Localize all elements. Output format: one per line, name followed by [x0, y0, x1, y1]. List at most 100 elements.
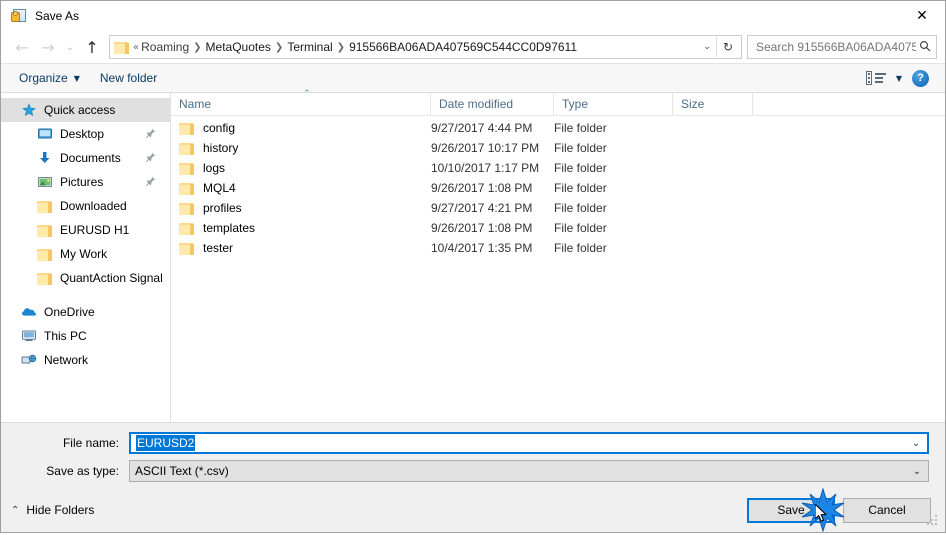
sidebar-item-desktop[interactable]: Desktop — [1, 122, 170, 146]
file-date-cell: 10/4/2017 1:35 PM — [431, 241, 533, 255]
file-name-value[interactable]: EURUSD2 — [136, 435, 905, 451]
sidebar-item-downloaded[interactable]: Downloaded — [1, 194, 170, 218]
breadcrumb-separator: ❯ — [193, 41, 202, 53]
file-name: profiles — [203, 201, 242, 215]
table-row[interactable]: MQL4 9/26/2017 1:08 PM File folder — [171, 178, 945, 198]
pin-icon — [145, 176, 156, 187]
file-date-cell: 9/26/2017 1:08 PM — [431, 221, 533, 235]
chevron-down-icon[interactable]: ⌄ — [698, 42, 716, 52]
folder-icon — [179, 182, 195, 195]
file-name-cell: config — [171, 121, 431, 135]
new-folder-button[interactable]: New folder — [92, 68, 165, 88]
breadcrumb: « Roaming ❯ MetaQuotes ❯ Terminal ❯ 9155… — [132, 39, 698, 55]
file-name-row: File name: EURUSD2 ⌄ — [17, 432, 929, 454]
search-input[interactable] — [754, 39, 918, 55]
file-name: templates — [203, 221, 256, 235]
file-name-cell: profiles — [171, 201, 431, 215]
organize-label: Organize — [19, 71, 68, 85]
save-button[interactable]: Save — [747, 497, 835, 523]
file-name-cell: history — [171, 141, 431, 155]
chevron-up-icon: ⌃ — [11, 504, 20, 516]
sidebar-item-label: Network — [44, 353, 89, 367]
column-header-type[interactable]: Type — [554, 93, 673, 115]
network-icon — [21, 352, 37, 368]
onedrive-icon — [21, 304, 37, 320]
table-row[interactable]: history 9/26/2017 10:17 PM File folder — [171, 138, 945, 158]
search-box[interactable] — [747, 35, 937, 59]
file-type-cell: File folder — [554, 201, 607, 215]
help-icon[interactable]: ? — [912, 69, 929, 87]
column-header-label: Name — [179, 97, 212, 111]
file-name-combo[interactable]: EURUSD2 ⌄ — [129, 432, 929, 454]
table-row[interactable]: templates 9/26/2017 1:08 PM File folder — [171, 218, 945, 238]
sidebar-item-network[interactable]: Network — [1, 348, 170, 372]
chevron-down-icon[interactable]: ⌄ — [905, 438, 927, 449]
file-date-cell: 9/26/2017 1:08 PM — [431, 181, 533, 195]
forward-button[interactable]: → — [35, 34, 61, 60]
hide-folders-button[interactable]: ⌃ Hide Folders — [11, 503, 94, 517]
column-header-label: Date modified — [439, 97, 514, 111]
file-name-cell: MQL4 — [171, 181, 431, 195]
sidebar-item-this-pc[interactable]: This PC — [1, 324, 170, 348]
resize-grip[interactable] — [927, 515, 940, 528]
column-header-size[interactable]: Size — [673, 93, 753, 115]
folder-icon — [37, 224, 53, 237]
breadcrumb-item-metaquotes[interactable]: MetaQuotes — [203, 39, 274, 55]
table-row[interactable]: logs 10/10/2017 1:17 PM File folder — [171, 158, 945, 178]
file-type-cell: File folder — [554, 181, 607, 195]
table-row[interactable]: profiles 9/27/2017 4:21 PM File folder — [171, 198, 945, 218]
save-form: File name: EURUSD2 ⌄ Save as type: ASCII… — [1, 422, 945, 488]
table-row[interactable]: config 9/27/2017 4:44 PM File folder — [171, 118, 945, 138]
breadcrumb-item-roaming[interactable]: Roaming — [140, 39, 192, 55]
recent-locations-button[interactable]: ⌄ — [61, 34, 79, 60]
sidebar-item-label: Downloaded — [60, 199, 127, 213]
breadcrumb-item-terminal-id[interactable]: 915566BA06ADA407569C544CC0D97611 — [346, 39, 580, 55]
folder-icon — [179, 202, 195, 215]
sidebar-item-onedrive[interactable]: OneDrive — [1, 300, 170, 324]
cancel-button[interactable]: Cancel — [843, 497, 931, 523]
chevron-down-icon[interactable]: ▼ — [896, 74, 902, 83]
dialog-body: Quick access Desktop Documents Pictures … — [1, 89, 945, 422]
sidebar-item-my-work[interactable]: My Work — [1, 242, 170, 266]
breadcrumb-item-terminal[interactable]: Terminal — [284, 39, 335, 55]
sidebar-item-quick-access[interactable]: Quick access — [1, 98, 170, 122]
folder-icon — [37, 200, 53, 213]
save-as-type-combo[interactable]: ASCII Text (*.csv) ⌄ — [129, 460, 929, 482]
column-header-name[interactable]: Name ⌃ — [171, 89, 431, 115]
sidebar-item-label: This PC — [44, 329, 87, 343]
file-rows: config 9/27/2017 4:44 PM File folder his… — [171, 116, 945, 422]
sidebar-item-documents[interactable]: Documents — [1, 146, 170, 170]
address-bar[interactable]: « Roaming ❯ MetaQuotes ❯ Terminal ❯ 9155… — [109, 35, 742, 59]
column-header-date-modified[interactable]: Date modified — [431, 93, 554, 115]
save-as-dialog: Save As ✕ ← → ⌄ ↑ « Roaming ❯ MetaQuotes… — [0, 0, 946, 533]
back-button[interactable]: ← — [9, 34, 35, 60]
chevron-down-icon: ▼ — [73, 73, 80, 83]
up-button[interactable]: ↑ — [79, 34, 105, 60]
folder-icon — [179, 242, 195, 255]
close-icon[interactable]: ✕ — [899, 1, 945, 31]
navigation-pane: Quick access Desktop Documents Pictures … — [1, 93, 171, 422]
file-type-cell: File folder — [554, 121, 607, 135]
column-header-label: Type — [562, 97, 589, 111]
refresh-icon[interactable]: ↻ — [717, 40, 739, 54]
save-as-icon — [11, 8, 27, 24]
this-pc-icon — [21, 328, 37, 344]
sidebar-item-pictures[interactable]: Pictures — [1, 170, 170, 194]
window-title: Save As — [35, 9, 80, 23]
file-type-cell: File folder — [554, 241, 607, 255]
table-row[interactable]: tester 10/4/2017 1:35 PM File folder — [171, 238, 945, 258]
dialog-footer: ⌃ Hide Folders Save Cancel — [1, 488, 945, 532]
sidebar-item-eurusd-h1[interactable]: EURUSD H1 — [1, 218, 170, 242]
file-name: logs — [203, 161, 226, 175]
organize-button[interactable]: Organize ▼ — [11, 68, 88, 88]
file-name: MQL4 — [203, 181, 236, 195]
view-layout-icon[interactable] — [865, 71, 886, 85]
file-name-selected-text: EURUSD2 — [136, 435, 196, 451]
sidebar-item-quantaction-signal[interactable]: QuantAction Signal — [1, 266, 170, 290]
file-date-cell: 10/10/2017 1:17 PM — [431, 161, 540, 175]
chevron-down-icon[interactable]: ⌄ — [906, 466, 928, 477]
pin-icon — [145, 128, 156, 139]
title-bar: Save As ✕ — [1, 1, 945, 31]
breadcrumb-overflow[interactable]: « — [132, 42, 140, 53]
